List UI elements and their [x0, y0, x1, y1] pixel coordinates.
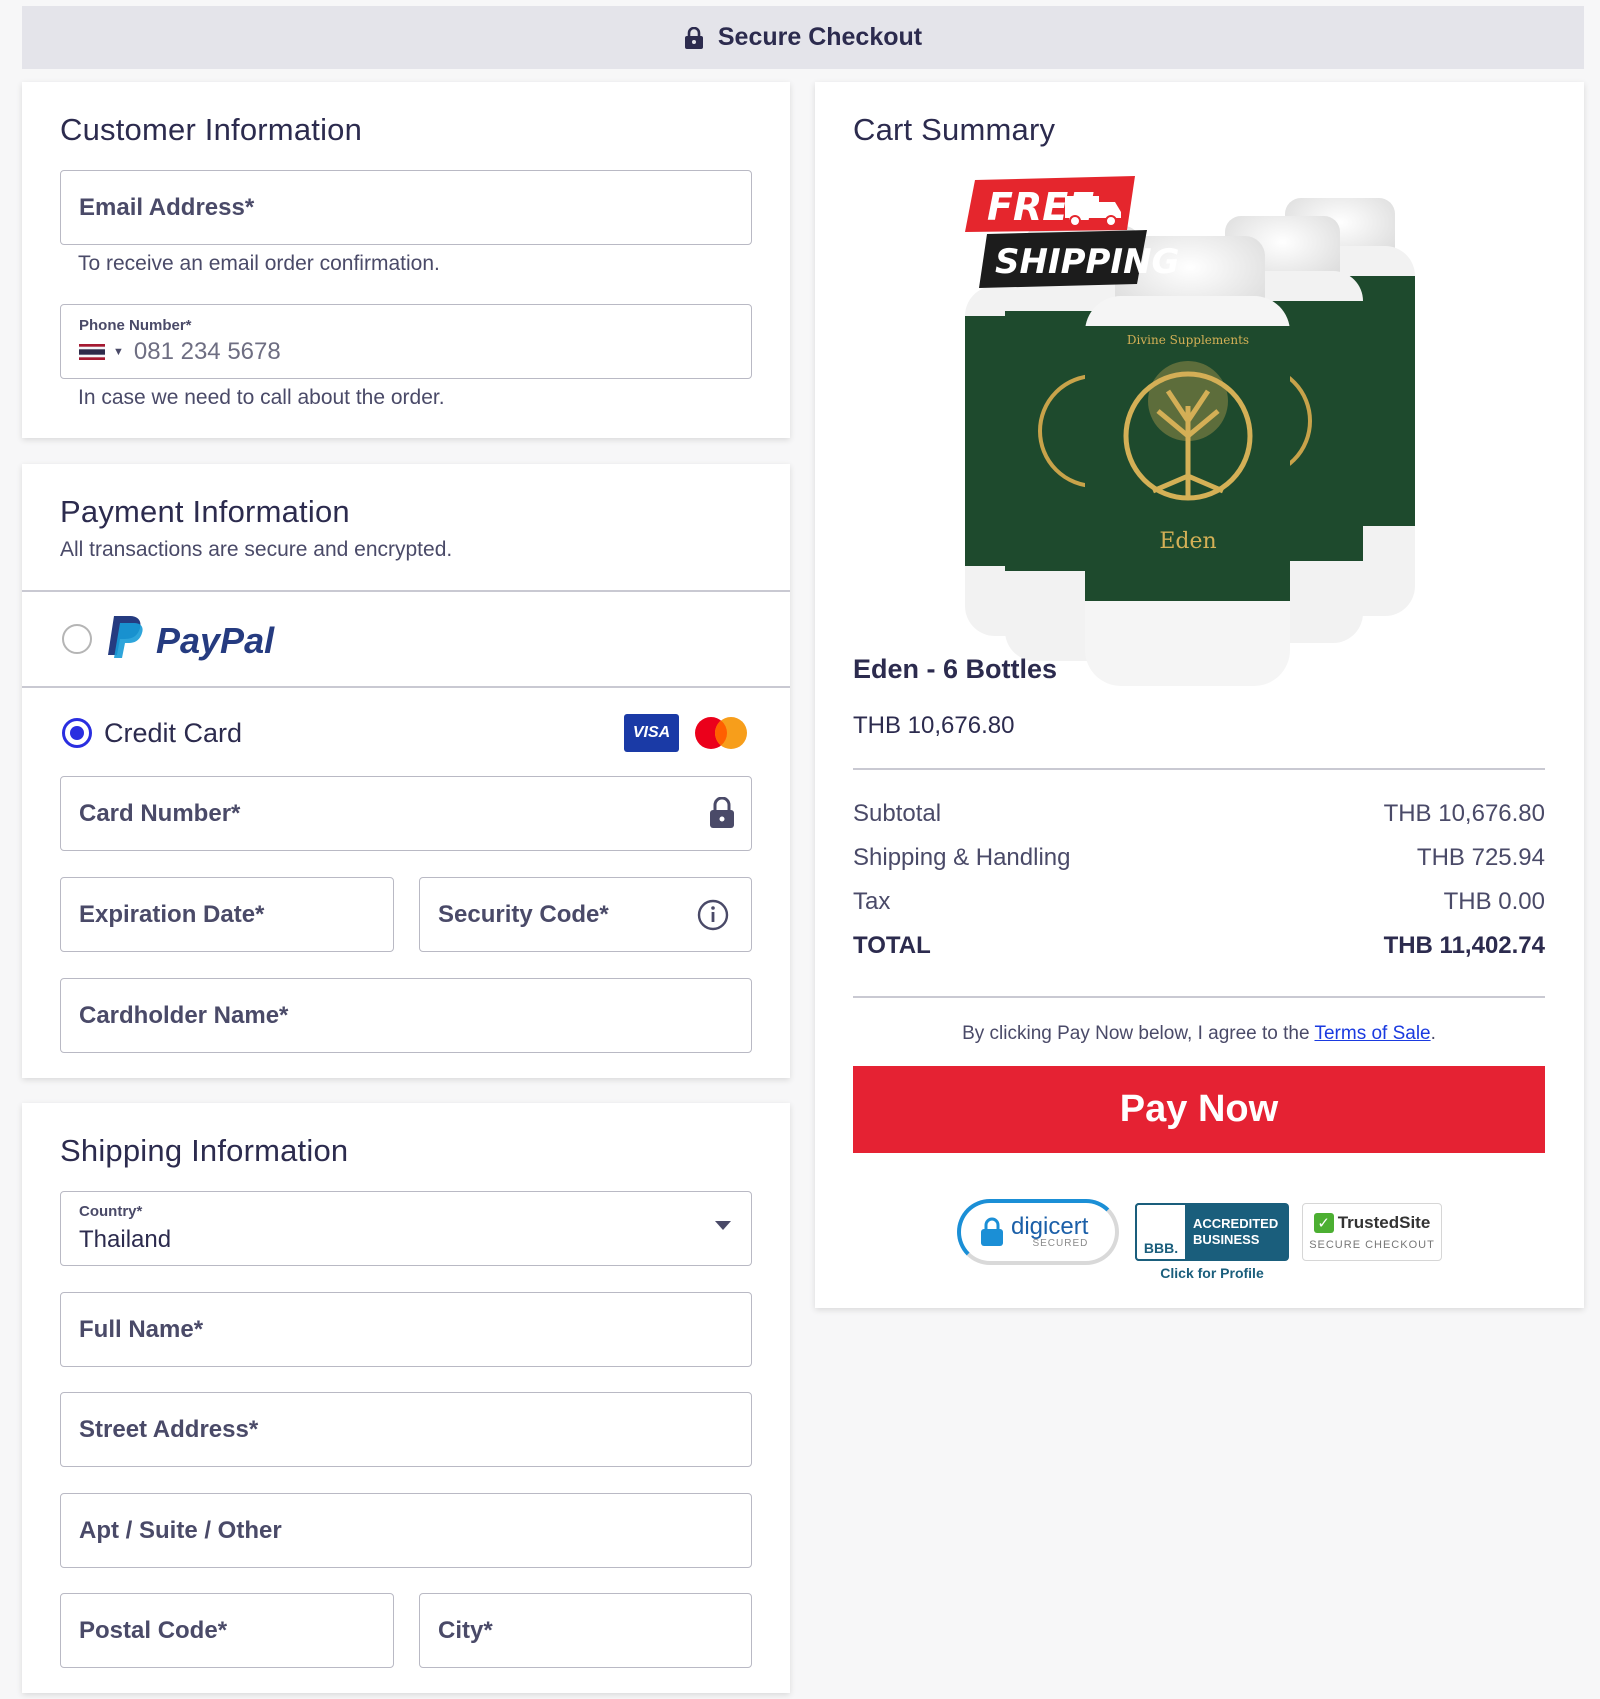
paypal-label: PayPal — [156, 620, 275, 661]
info-icon[interactable] — [697, 899, 729, 931]
postal-code-field[interactable]: Postal Code* — [60, 1593, 394, 1668]
svg-text:Divine Supplements: Divine Supplements — [1127, 333, 1249, 347]
pay-now-button[interactable]: Pay Now — [853, 1066, 1545, 1153]
shipping-value: THB 725.94 — [1416, 844, 1545, 871]
terms-suffix: . — [1430, 1023, 1436, 1044]
caret-down-icon: ▼ — [113, 346, 124, 358]
cart-summary-title: Cart Summary — [853, 112, 1056, 147]
thailand-flag-icon[interactable]: ▼ — [79, 344, 124, 360]
security-code-field[interactable]: Security Code* — [419, 877, 752, 952]
shipping-info-title: Shipping Information — [60, 1133, 349, 1168]
country-label: Country* — [79, 1203, 143, 1220]
free-shipping-badge: FREE SHIPPING — [965, 176, 1179, 288]
paypal-option[interactable]: PayPal — [22, 592, 790, 686]
visa-icon: VISA — [624, 714, 679, 752]
card-number-label: Card Number* — [79, 799, 241, 827]
total-row: TOTAL THB 11,402.74 — [853, 932, 1545, 960]
security-code-label: Security Code* — [438, 900, 609, 928]
cardholder-name-label: Cardholder Name* — [79, 1001, 289, 1029]
payment-info-card: Payment Information All transactions are… — [22, 464, 790, 1078]
street-address-field[interactable]: Street Address* — [60, 1392, 752, 1467]
total-value: THB 11,402.74 — [1383, 932, 1545, 959]
digicert-sub: SECURED — [1032, 1238, 1089, 1249]
expiration-date-label: Expiration Date* — [79, 900, 265, 928]
bbb-mark: BBB. — [1143, 1240, 1179, 1256]
city-field[interactable]: City* — [419, 1593, 752, 1668]
full-name-label: Full Name* — [79, 1315, 204, 1343]
secure-checkout-bar: Secure Checkout — [22, 6, 1584, 69]
terms-of-sale-link[interactable]: Terms of Sale — [1314, 1023, 1430, 1044]
tax-row: Tax THB 0.00 — [853, 888, 1545, 916]
paypal-radio[interactable] — [62, 624, 92, 654]
subtotal-label: Subtotal — [853, 800, 942, 827]
digicert-badge[interactable]: digicert SECURED — [957, 1199, 1119, 1265]
credit-card-radio[interactable] — [62, 718, 92, 748]
subtotal-row: Subtotal THB 10,676.80 — [853, 800, 1545, 828]
payment-subtitle: All transactions are secure and encrypte… — [60, 538, 453, 561]
padlock-icon — [981, 1217, 1003, 1246]
phone-label: Phone Number* — [79, 317, 192, 334]
chevron-down-icon — [715, 1221, 731, 1230]
phone-hint: In case we need to call about the order. — [78, 386, 445, 409]
product-price: THB 10,676.80 — [853, 712, 1015, 739]
card-number-field[interactable]: Card Number* — [60, 776, 752, 851]
credit-card-option[interactable]: Credit Card VISA — [22, 688, 790, 764]
digicert-name: digicert — [1011, 1213, 1089, 1240]
svg-text:Eden: Eden — [1159, 529, 1216, 554]
cardholder-name-field[interactable]: Cardholder Name* — [60, 978, 752, 1053]
bbb-badge[interactable]: BBB. ACCREDITED BUSINESS — [1135, 1203, 1289, 1261]
trustedsite-badge[interactable]: ✓ TrustedSite SECURE CHECKOUT — [1302, 1203, 1442, 1261]
shipping-info-card: Shipping Information Country* Thailand F… — [22, 1103, 790, 1693]
subtotal-value: THB 10,676.80 — [1383, 800, 1545, 827]
credit-card-label: Credit Card — [104, 718, 243, 748]
tax-label: Tax — [853, 888, 891, 915]
product-name: Eden - 6 Bottles — [853, 654, 1058, 684]
phone-field[interactable]: Phone Number* ▼ 081 234 5678 — [60, 304, 752, 379]
product-image: Divine Supplements Eden FREE SHIPPING — [965, 176, 1415, 686]
email-hint: To receive an email order confirmation. — [78, 252, 440, 275]
page-title: Secure Checkout — [717, 23, 923, 51]
phone-input[interactable]: 081 234 5678 — [134, 338, 281, 366]
country-select[interactable]: Country* Thailand — [60, 1191, 752, 1266]
tax-value: THB 0.00 — [1443, 888, 1545, 915]
total-label: TOTAL — [853, 932, 931, 959]
customer-info-card: Customer Information Email Address* To r… — [22, 82, 790, 438]
mastercard-icon — [695, 717, 747, 749]
shipping-label: Shipping & Handling — [853, 844, 1071, 871]
postal-code-label: Postal Code* — [79, 1616, 228, 1644]
trustedsite-name: TrustedSite — [1337, 1213, 1431, 1232]
svg-text:SHIPPING: SHIPPING — [995, 242, 1179, 282]
email-label: Email Address* — [79, 193, 255, 221]
checkmark-icon: ✓ — [1313, 1213, 1334, 1233]
country-value: Thailand — [79, 1226, 172, 1253]
bbb-line2: BUSINESS — [1193, 1232, 1260, 1247]
bottle-front: Divine Supplements Eden — [1085, 236, 1290, 686]
expiration-date-field[interactable]: Expiration Date* — [60, 877, 394, 952]
lock-icon — [684, 26, 703, 49]
email-field[interactable]: Email Address* — [60, 170, 752, 245]
trustedsite-sub: SECURE CHECKOUT — [1309, 1239, 1435, 1251]
bbb-line1: ACCREDITED — [1193, 1215, 1279, 1231]
terms-text: By clicking Pay Now below, I agree to th… — [853, 1023, 1545, 1045]
city-label: City* — [438, 1616, 493, 1644]
shipping-row: Shipping & Handling THB 725.94 — [853, 844, 1545, 872]
payment-info-title: Payment Information — [60, 494, 350, 529]
street-address-label: Street Address* — [79, 1415, 259, 1443]
paypal-logo-icon — [108, 616, 143, 658]
divider — [853, 996, 1545, 998]
customer-info-title: Customer Information — [60, 112, 363, 147]
apt-suite-label: Apt / Suite / Other — [79, 1516, 282, 1544]
bbb-caption[interactable]: Click for Profile — [1135, 1265, 1289, 1281]
full-name-field[interactable]: Full Name* — [60, 1292, 752, 1367]
lock-icon — [710, 797, 734, 828]
bbb-logo-icon: BBB. — [1135, 1203, 1187, 1261]
divider — [853, 768, 1545, 770]
apt-suite-field[interactable]: Apt / Suite / Other — [60, 1493, 752, 1568]
terms-prefix: By clicking Pay Now below, I agree to th… — [962, 1023, 1315, 1044]
